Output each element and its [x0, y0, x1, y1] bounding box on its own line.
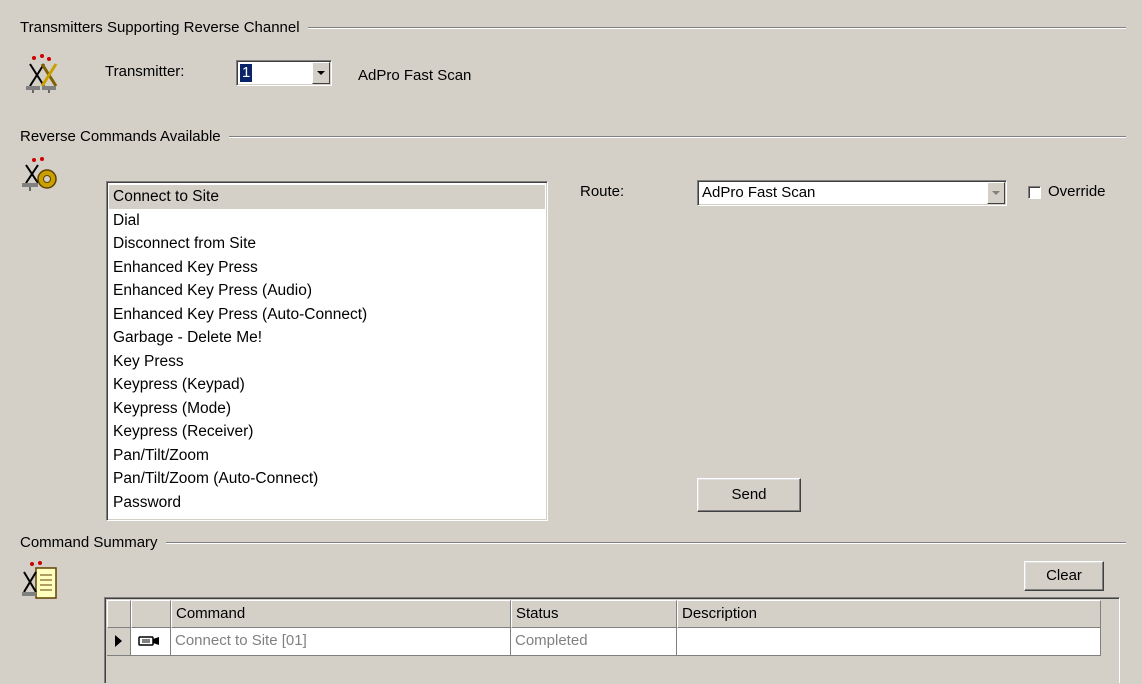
transmitter-dropdown[interactable]: 1 [236, 60, 332, 86]
route-dropdown-button[interactable] [987, 182, 1005, 204]
chevron-down-icon [317, 71, 325, 75]
summary-document-icon [20, 560, 60, 604]
row-pointer-icon [115, 635, 122, 647]
command-item[interactable]: Dial [109, 209, 545, 233]
route-dropdown[interactable]: AdPro Fast Scan [697, 180, 1007, 206]
clear-button[interactable]: Clear [1024, 561, 1104, 591]
command-item[interactable]: Disconnect from Site [109, 232, 545, 256]
transmitter-name: AdPro Fast Scan [358, 67, 472, 84]
command-item[interactable]: Key Press [109, 350, 545, 374]
command-item[interactable]: Enhanced Key Press (Audio) [109, 279, 545, 303]
override-checkbox[interactable] [1028, 186, 1041, 199]
chevron-down-icon [992, 191, 1000, 195]
commands-gear-icon [20, 155, 60, 199]
table-row-indicator[interactable] [107, 628, 131, 656]
command-item[interactable]: Enhanced Key Press (Auto-Connect) [109, 303, 545, 327]
command-item[interactable]: Connect to Site [109, 185, 545, 209]
transmitter-antenna-icon [22, 50, 62, 94]
summary-divider [20, 542, 1126, 544]
command-item[interactable]: Pan/Tilt/Zoom (Auto-Connect) [109, 467, 545, 491]
grid-filler [1101, 600, 1119, 684]
command-item[interactable]: Keypress (Mode) [109, 397, 545, 421]
grid-icon-header [131, 600, 171, 628]
table-cell-description[interactable] [677, 628, 1101, 656]
transmitter-dropdown-button[interactable] [312, 62, 330, 84]
override-label[interactable]: Override [1048, 182, 1106, 202]
command-item[interactable]: Password [109, 491, 545, 515]
send-button[interactable]: Send [697, 478, 801, 512]
command-item[interactable]: Enhanced Key Press [109, 256, 545, 280]
column-header-description[interactable]: Description [677, 600, 1101, 628]
commands-list: Connect to Site Dial Disconnect from Sit… [109, 185, 545, 514]
camera-icon [138, 636, 159, 646]
transmitter-label: Transmitter: [105, 63, 185, 80]
route-label: Route: [580, 183, 625, 200]
command-item[interactable]: Pan/Tilt/Zoom [109, 444, 545, 468]
transmitters-section-title: Transmitters Supporting Reverse Channel [20, 18, 308, 38]
table-cell-command[interactable]: Connect to Site [01] [171, 628, 511, 656]
column-header-status[interactable]: Status [511, 600, 677, 628]
command-item[interactable]: Garbage - Delete Me! [109, 326, 545, 350]
commands-listbox[interactable]: Connect to Site Dial Disconnect from Sit… [106, 181, 548, 521]
command-item[interactable]: Keypress (Keypad) [109, 373, 545, 397]
summary-section-title: Command Summary [20, 533, 166, 553]
command-summary-grid[interactable]: Command Status Description Connect to Si… [104, 597, 1120, 684]
table-row-icon-cell [131, 628, 171, 656]
table-cell-status[interactable]: Completed [511, 628, 677, 656]
grid-corner-cell [107, 600, 131, 628]
route-dropdown-value: AdPro Fast Scan [702, 184, 816, 201]
transmitter-dropdown-value: 1 [238, 63, 254, 83]
commands-section-title: Reverse Commands Available [20, 127, 229, 147]
column-header-command[interactable]: Command [171, 600, 511, 628]
command-item[interactable]: Keypress (Receiver) [109, 420, 545, 444]
